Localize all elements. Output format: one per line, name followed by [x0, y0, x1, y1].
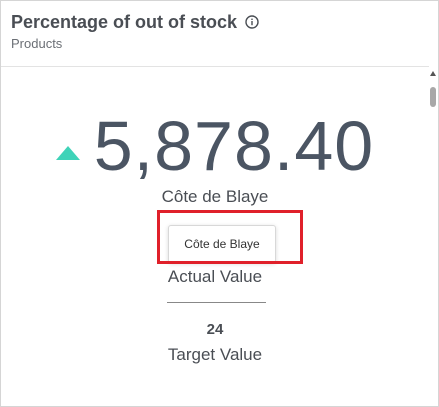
- kpi-separator: [167, 302, 266, 303]
- kpi-content: 5,878.40 Côte de Blaye Actual Value 24 T…: [1, 67, 429, 406]
- info-icon[interactable]: [245, 15, 259, 29]
- vertical-scrollbar[interactable]: [428, 67, 438, 406]
- scroll-up-icon[interactable]: [430, 71, 436, 76]
- highlight-annotation: [157, 210, 303, 264]
- card-subtitle: Products: [11, 36, 63, 51]
- scrollbar-thumb[interactable]: [430, 87, 436, 107]
- kpi-card: Percentage of out of stock Products 5,87…: [0, 0, 439, 407]
- target-value-caption: Target Value: [167, 345, 263, 364]
- actual-value-caption: Actual Value: [167, 267, 263, 286]
- value-row: 5,878.40: [1, 107, 429, 185]
- card-header: Percentage of out of stock Products: [11, 11, 418, 51]
- card-title: Percentage of out of stock: [11, 12, 238, 32]
- triangle-up-icon: [55, 146, 80, 160]
- target-value: 24: [206, 321, 224, 338]
- title-row: Percentage of out of stock: [11, 11, 418, 33]
- kpi-value: 5,878.40: [93, 107, 375, 185]
- actual-name-label: Côte de Blaye: [161, 187, 269, 206]
